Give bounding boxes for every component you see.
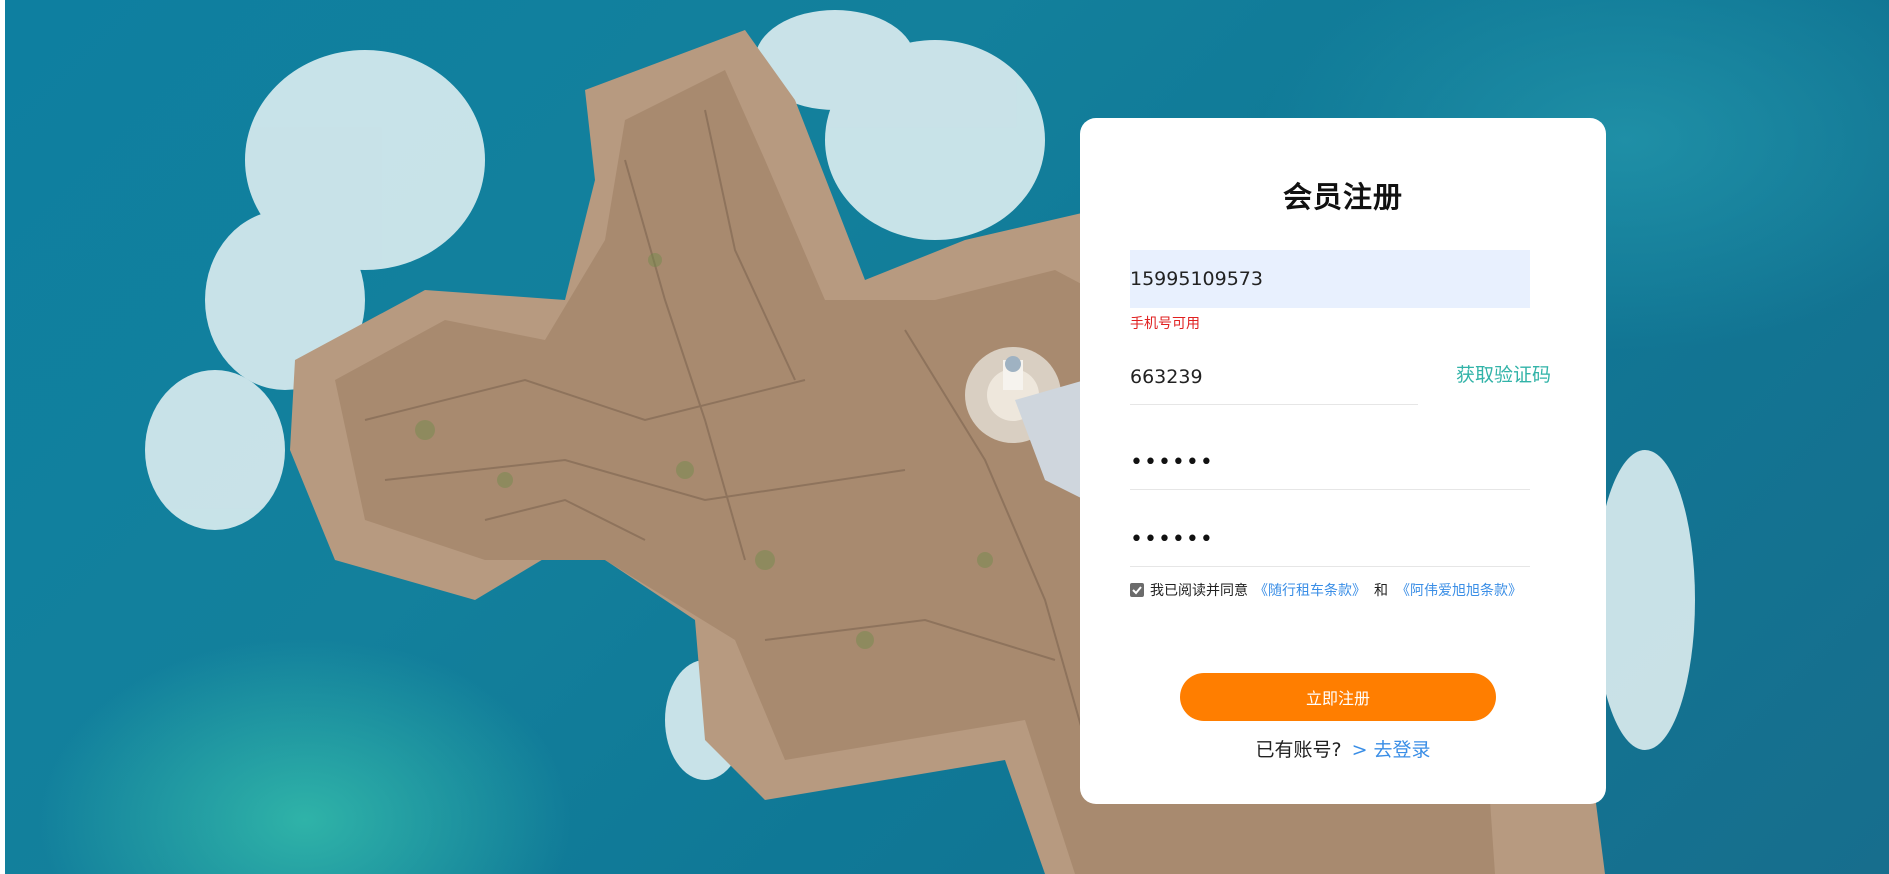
phone-input[interactable]: 15995109573: [1130, 250, 1530, 308]
get-code-button[interactable]: 获取验证码: [1456, 360, 1551, 387]
have-account-text: 已有账号?: [1255, 739, 1342, 761]
login-row: 已有账号? > 去登录: [1080, 735, 1606, 762]
verification-code-input[interactable]: 663239: [1130, 350, 1418, 405]
agreement-conjunction: 和: [1374, 583, 1388, 599]
agreement-row: 我已阅读并同意 《随行租车条款》 和 《阿伟爱旭旭条款》: [1130, 580, 1522, 600]
password-input[interactable]: ••••••: [1130, 435, 1530, 490]
phone-valid-hint: 手机号可用: [1130, 316, 1200, 332]
go-login-link[interactable]: > 去登录: [1352, 739, 1431, 761]
page-title: 会员注册: [1282, 180, 1403, 214]
register-card: 会员注册 15995109573 手机号可用 663239 获取验证码 ••••…: [1080, 118, 1606, 804]
agreement-checkbox[interactable]: [1130, 583, 1144, 597]
register-button[interactable]: 立即注册: [1180, 673, 1496, 721]
rental-terms-link[interactable]: 《随行租车条款》: [1254, 580, 1366, 600]
checkmark-icon: [1132, 586, 1142, 595]
confirm-password-input[interactable]: ••••••: [1130, 512, 1530, 567]
second-terms-link[interactable]: 《阿伟爱旭旭条款》: [1396, 580, 1522, 600]
ocean-rock-photo-icon: [145, 10, 1695, 874]
agreement-text: 我已阅读并同意: [1150, 583, 1248, 599]
background-photo: [5, 0, 1889, 874]
page: 会员注册 15995109573 手机号可用 663239 获取验证码 ••••…: [0, 0, 1889, 874]
